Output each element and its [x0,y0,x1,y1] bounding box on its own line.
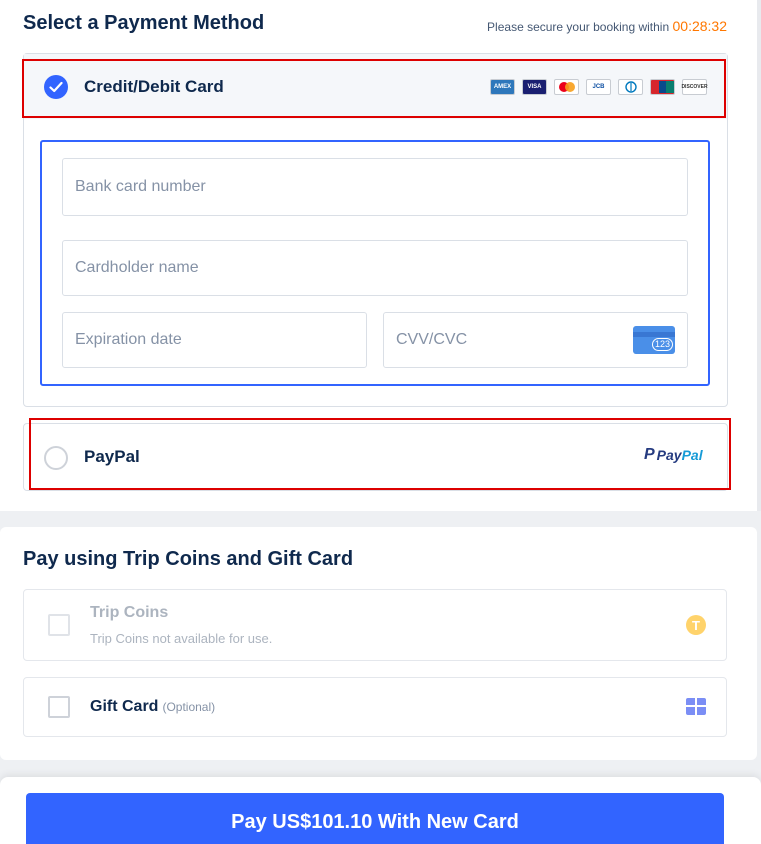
card-number-input[interactable]: Bank card number [62,158,688,216]
trip-coins-label: Trip Coins [90,604,169,621]
timer-label: Please secure your booking within [487,20,670,34]
jcb-logo-icon: JCB [586,79,611,95]
discover-logo-icon: DISCOVER [681,79,708,95]
gift-box-icon [686,698,706,715]
gift-ribbon-h [686,705,706,707]
mastercard-logo-icon [554,79,579,95]
credit-card-label[interactable]: Credit/Debit Card [84,77,224,97]
amex-logo-icon: AMEX [490,79,515,95]
gift-card-label: Gift Card [90,698,159,715]
scrollbar-track[interactable] [757,0,761,511]
paypal-label[interactable]: PayPal [84,447,140,467]
timer-value: 00:28:32 [672,18,728,34]
booking-timer: Please secure your booking within 00:28:… [487,18,727,34]
expiration-date-input[interactable]: Expiration date [62,312,367,368]
gift-card-optional: (Optional) [162,700,216,714]
diners-club-logo-icon [618,79,643,95]
paypal-logo-mark: P [644,446,655,463]
unionpay-logo-icon [650,79,675,95]
cardholder-name-input[interactable]: Cardholder name [62,240,688,296]
visa-logo-icon: VISA [522,79,547,95]
cvv-card-icon: 123 [633,326,675,354]
trip-coins-note: Trip Coins not available for use. [90,631,273,646]
paypal-radio[interactable] [44,446,68,470]
coins-gift-title: Pay using Trip Coins and Gift Card [23,548,354,570]
credit-card-radio[interactable] [44,75,68,99]
paypal-logo-pay: Pay [656,447,682,463]
trip-coins-option [23,589,727,661]
paypal-logo-pal: Pal [681,447,703,463]
trip-coins-checkbox[interactable] [48,614,70,636]
pay-button[interactable]: Pay US$101.10 With New Card [26,793,724,844]
checkmark-icon [49,81,63,93]
cvv-icon-text: 123 [651,338,673,351]
gift-card-checkbox[interactable] [48,696,70,718]
trip-coin-icon: T [686,615,706,635]
section-title: Select a Payment Method [23,12,265,34]
card-brand-logos: AMEX VISA JCB DISCOVER [490,79,708,95]
paypal-logo-icon: P PayPal [644,446,703,464]
gift-card-title[interactable]: Gift Card (Optional) [90,698,215,716]
card-stripe [633,332,675,337]
